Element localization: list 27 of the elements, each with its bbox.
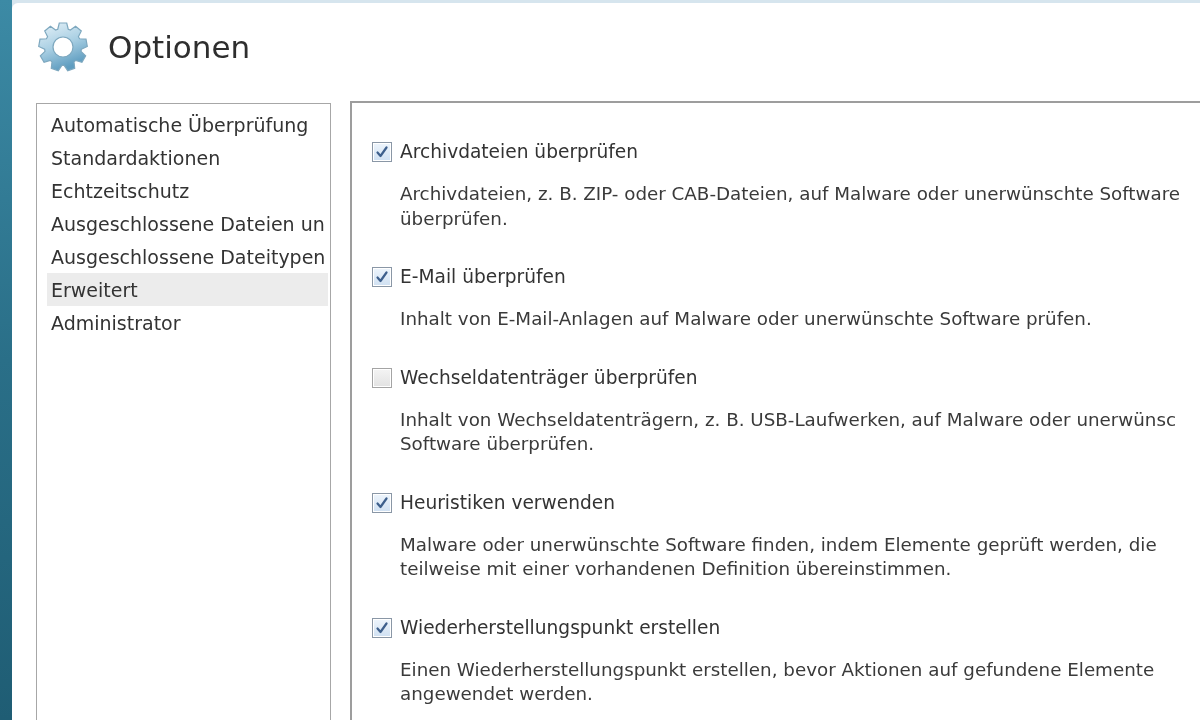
checkbox[interactable]: [372, 492, 392, 513]
option-label: Heuristiken verwenden: [400, 490, 615, 515]
checkmark-icon: [376, 621, 388, 634]
category-item[interactable]: Ausgeschlossene Dateien un: [47, 207, 328, 240]
checkmark-icon: [376, 146, 388, 158]
option-description: Archivdateien, z. B. ZIP- oder CAB-Dateien, auf Malware oder unerwünschte Software überprüfen.: [400, 182, 1181, 231]
category-item[interactable]: Echtzeitschutz: [47, 174, 328, 207]
category-item[interactable]: Automatische Überprüfung: [47, 108, 328, 141]
checkmark-icon: [376, 496, 388, 509]
option-description: Inhalt von Wechseldatenträgern, z. B. USB-Laufwerken, auf Malware oder unerwünsc Software überprüfen.: [400, 407, 1177, 456]
category-item[interactable]: Standardaktionen: [47, 141, 328, 174]
checkbox[interactable]: [372, 617, 392, 638]
option-label: Archivdateien überprüfen: [400, 140, 639, 164]
option-description: Inhalt von E-Mail-Anlagen auf Malware oder unerwünschte Software prüfen.: [400, 307, 1092, 331]
checkmark-icon: [376, 271, 388, 283]
checkbox[interactable]: [372, 367, 392, 388]
category-item[interactable]: Administrator: [47, 306, 328, 339]
category-item[interactable]: Ausgeschlossene Dateitypen: [47, 240, 328, 273]
option-description: Malware oder unerwünschte Software finden, indem Elemente geprüft werden, die teilweise mit einer vorhandenen Definition übereinstimmen.: [400, 532, 1157, 581]
option-label: E-Mail überprüfen: [400, 265, 566, 289]
window-title: Optionen: [108, 28, 251, 67]
option-description: Einen Wiederherstellungspunkt erstellen, bevor Aktionen auf gefundene Elemente angewendet werden.: [400, 657, 1155, 706]
category-item[interactable]: Erweitert: [47, 273, 328, 306]
checkbox[interactable]: [372, 142, 392, 162]
option-label: Wiederherstellungspunkt erstellen: [400, 615, 721, 640]
option-label: Wechseldatenträger überprüfen: [400, 365, 698, 390]
checkbox[interactable]: [372, 267, 392, 287]
